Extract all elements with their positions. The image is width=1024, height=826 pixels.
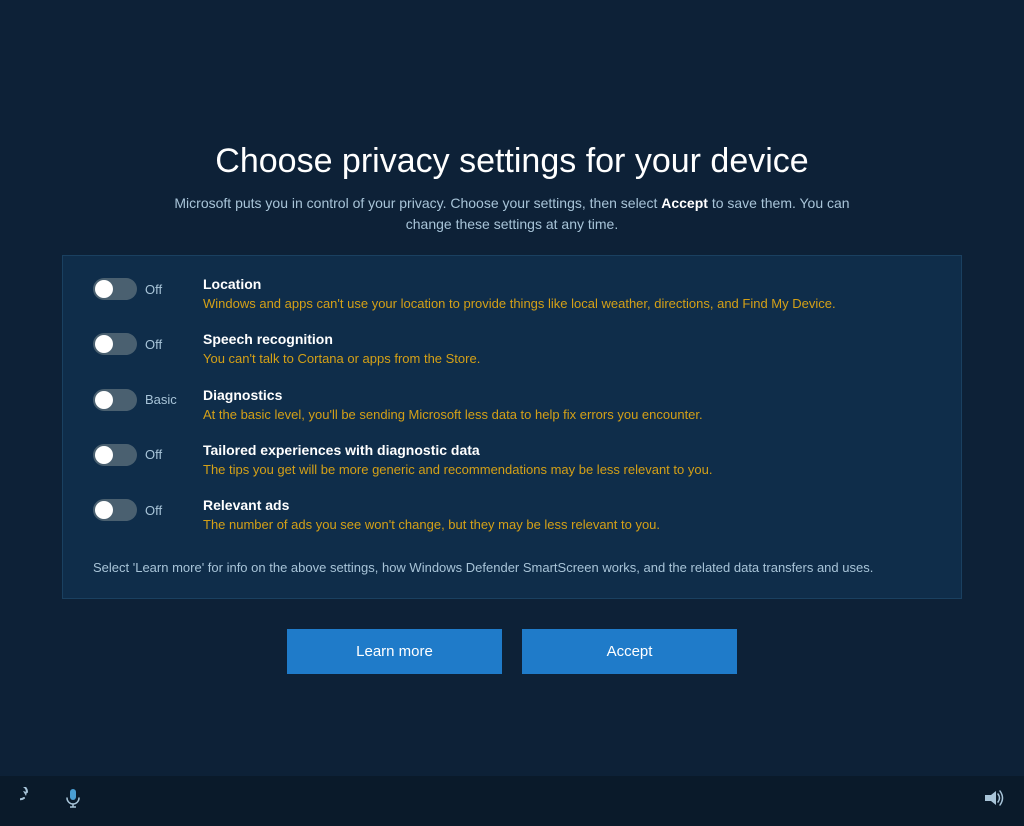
diagnostics-toggle-knob <box>95 391 113 409</box>
speech-toggle-knob <box>95 335 113 353</box>
location-toggle-knob <box>95 280 113 298</box>
page-subtitle: Microsoft puts you in control of your pr… <box>172 193 852 235</box>
speech-content: Speech recognition You can't talk to Cor… <box>203 331 931 368</box>
buttons-row: Learn more Accept <box>287 629 737 674</box>
tailored-toggle[interactable] <box>93 444 137 466</box>
taskbar-right-icons <box>982 787 1004 815</box>
info-text: Select 'Learn more' for info on the abov… <box>93 552 931 578</box>
speech-toggle[interactable] <box>93 333 137 355</box>
tailored-content: Tailored experiences with diagnostic dat… <box>203 442 931 479</box>
accept-button[interactable]: Accept <box>522 629 737 674</box>
diagnostics-toggle[interactable] <box>93 389 137 411</box>
setting-row-ads: Off Relevant ads The number of ads you s… <box>93 497 931 534</box>
location-title: Location <box>203 276 931 292</box>
tailored-toggle-knob <box>95 446 113 464</box>
location-content: Location Windows and apps can't use your… <box>203 276 931 313</box>
subtitle-text-1: Microsoft puts you in control of your pr… <box>174 195 661 211</box>
location-desc: Windows and apps can't use your location… <box>203 295 931 313</box>
ads-toggle-area: Off <box>93 497 203 521</box>
main-container: Choose privacy settings for your device … <box>0 0 1024 826</box>
subtitle-bold: Accept <box>661 195 708 211</box>
volume-icon[interactable] <box>982 792 1004 814</box>
ads-desc: The number of ads you see won't change, … <box>203 516 931 534</box>
setting-row-diagnostics: Basic Diagnostics At the basic level, yo… <box>93 387 931 424</box>
diagnostics-content: Diagnostics At the basic level, you'll b… <box>203 387 931 424</box>
tailored-desc: The tips you get will be more generic an… <box>203 461 931 479</box>
diagnostics-desc: At the basic level, you'll be sending Mi… <box>203 406 931 424</box>
speech-title: Speech recognition <box>203 331 931 347</box>
speech-desc: You can't talk to Cortana or apps from t… <box>203 350 931 368</box>
ads-toggle[interactable] <box>93 499 137 521</box>
speech-toggle-area: Off <box>93 331 203 355</box>
setting-row-tailored: Off Tailored experiences with diagnostic… <box>93 442 931 479</box>
microphone-icon[interactable] <box>62 787 84 815</box>
ads-toggle-label: Off <box>145 503 162 518</box>
location-toggle-label: Off <box>145 282 162 297</box>
tailored-title: Tailored experiences with diagnostic dat… <box>203 442 931 458</box>
page-title: Choose privacy settings for your device <box>215 142 808 181</box>
ads-toggle-knob <box>95 501 113 519</box>
tailored-toggle-area: Off <box>93 442 203 466</box>
taskbar <box>0 776 1024 826</box>
setting-row-location: Off Location Windows and apps can't use … <box>93 276 931 313</box>
ads-content: Relevant ads The number of ads you see w… <box>203 497 931 534</box>
taskbar-left-icons <box>20 787 84 815</box>
diagnostics-toggle-label: Basic <box>145 392 177 407</box>
location-toggle-area: Off <box>93 276 203 300</box>
diagnostics-toggle-area: Basic <box>93 387 203 411</box>
setting-row-speech: Off Speech recognition You can't talk to… <box>93 331 931 368</box>
diagnostics-title: Diagnostics <box>203 387 931 403</box>
location-toggle[interactable] <box>93 278 137 300</box>
settings-panel: Off Location Windows and apps can't use … <box>62 255 962 598</box>
rotate-icon[interactable] <box>20 787 42 815</box>
speech-toggle-label: Off <box>145 337 162 352</box>
learn-more-button[interactable]: Learn more <box>287 629 502 674</box>
ads-title: Relevant ads <box>203 497 931 513</box>
tailored-toggle-label: Off <box>145 447 162 462</box>
